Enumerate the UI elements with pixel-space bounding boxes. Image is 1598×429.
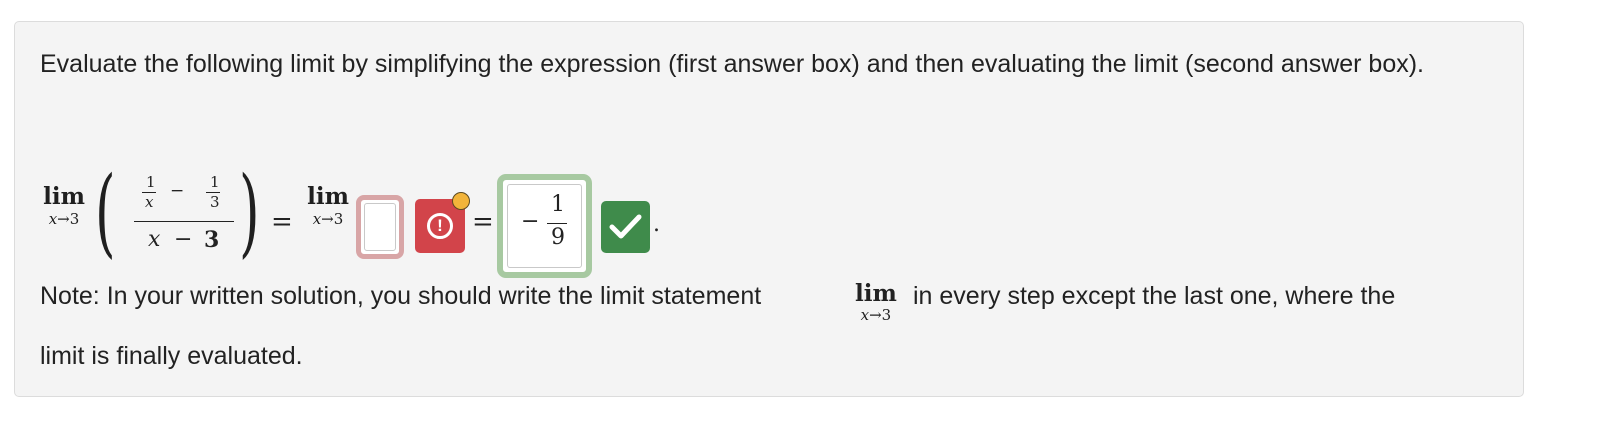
lim-word-2: lim: [307, 183, 349, 210]
answer2-numerator: 1: [551, 192, 565, 217]
equals-sign-1: =: [271, 207, 293, 237]
lim-subscript: x→3: [48, 210, 80, 228]
checkmark-icon: [609, 214, 642, 239]
den-value: 3: [204, 227, 220, 253]
warning-dot-icon: [452, 192, 470, 210]
note-line-1: Note: In your written solution, you shou…: [40, 276, 761, 316]
lim-word: lim: [43, 183, 85, 210]
answer2-fraction-bar: [547, 223, 567, 224]
answer2-denominator: 9: [551, 225, 565, 250]
inner-frac-b-top: 1: [210, 173, 220, 191]
note-limit-operator: lim x→3: [855, 280, 897, 325]
answer-box-2[interactable]: − 1 9: [497, 174, 592, 278]
lim-subscript-2: x→3: [312, 210, 344, 228]
note-before: Note: In your written solution, you shou…: [40, 282, 762, 310]
answer-box-1: [356, 195, 404, 259]
limit-operator: lim x→3: [39, 183, 89, 229]
inner-frac-a-top: 1: [146, 173, 156, 191]
answer-input-1[interactable]: [364, 203, 396, 251]
inner-frac-a-bottom: x: [145, 193, 154, 211]
equals-sign-2: =: [472, 207, 494, 237]
main-fraction-bar: [134, 221, 234, 222]
right-paren: ): [239, 156, 260, 268]
den-minus: −: [174, 227, 193, 252]
inner-minus: −: [170, 181, 185, 201]
inner-frac-b-bottom: 3: [210, 193, 220, 211]
correct-feedback-button[interactable]: [601, 201, 650, 253]
limit-operator-2: lim x→3: [302, 183, 354, 229]
note-lim-word: lim: [855, 280, 897, 307]
question-card: Evaluate the following limit by simplify…: [14, 21, 1524, 397]
answer2-sign: −: [521, 209, 540, 234]
exclamation-circle-icon: !: [427, 213, 453, 239]
trailing-period: .: [653, 212, 660, 237]
limit-expression: lim x→3 ( 1 x − 1 3 x − 3 ) = lim x→3 ! …: [39, 152, 739, 278]
answer-input-2[interactable]: − 1 9: [507, 184, 582, 268]
left-paren: (: [95, 156, 116, 268]
note-line-1-after: in every step except the last one, where…: [913, 282, 1396, 310]
question-prompt: Evaluate the following limit by simplify…: [40, 50, 1424, 78]
den-var: x: [148, 227, 161, 252]
note-lim-subscript: x→3: [860, 306, 892, 324]
note-line-2: limit is finally evaluated.: [40, 342, 303, 370]
